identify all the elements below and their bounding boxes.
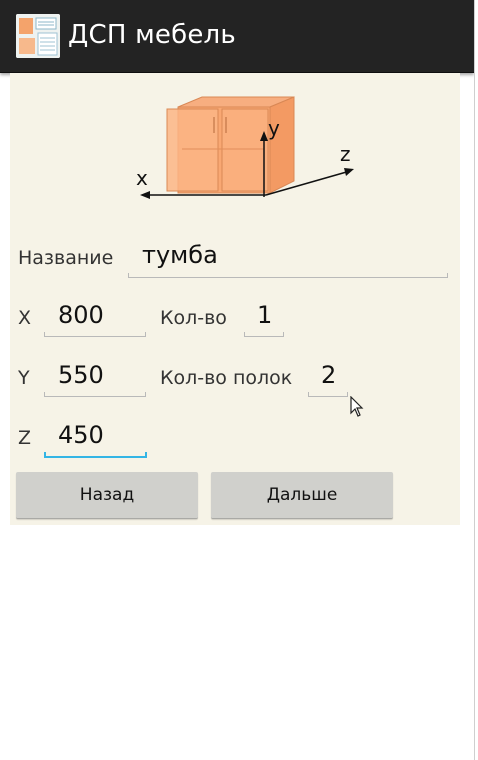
app-furniture-icon[interactable] [16, 14, 60, 58]
x-input[interactable]: 800 [58, 301, 104, 329]
app-screen: ДСП мебель x y z Название тумба X 800 Ко… [0, 0, 478, 760]
count-input-underline [244, 332, 284, 337]
shelves-input[interactable]: 2 [321, 361, 336, 389]
z-input[interactable]: 450 [58, 421, 104, 449]
z-label: Z [18, 427, 32, 449]
mouse-pointer-icon [350, 396, 364, 417]
y-label: Y [18, 367, 30, 389]
app-title: ДСП мебель [68, 20, 236, 50]
x-label: X [18, 307, 32, 329]
axis-label-z: z [340, 142, 351, 166]
count-label: Кол-во [160, 307, 227, 329]
axis-label-y: y [268, 116, 280, 140]
shelves-input-underline [308, 392, 348, 397]
next-button[interactable]: Дальше [211, 472, 393, 519]
y-input-underline [44, 392, 146, 397]
x-input-underline [44, 332, 146, 337]
shelves-label: Кол-во полок [160, 367, 293, 389]
y-input[interactable]: 550 [58, 361, 104, 389]
name-input[interactable]: тумба [142, 241, 218, 269]
name-label: Название [18, 247, 114, 269]
back-button[interactable]: Назад [16, 472, 198, 519]
axis-label-x: x [136, 166, 148, 190]
cabinet-diagram: x y z [136, 96, 354, 199]
z-input-underline-focused [44, 452, 147, 458]
form-panel: x y z Название тумба X 800 Кол-во 1 Y 55… [10, 73, 460, 525]
scroll-edge [474, 0, 478, 760]
action-bar: ДСП мебель [0, 0, 474, 73]
name-input-underline [128, 273, 448, 278]
count-input[interactable]: 1 [257, 301, 272, 329]
